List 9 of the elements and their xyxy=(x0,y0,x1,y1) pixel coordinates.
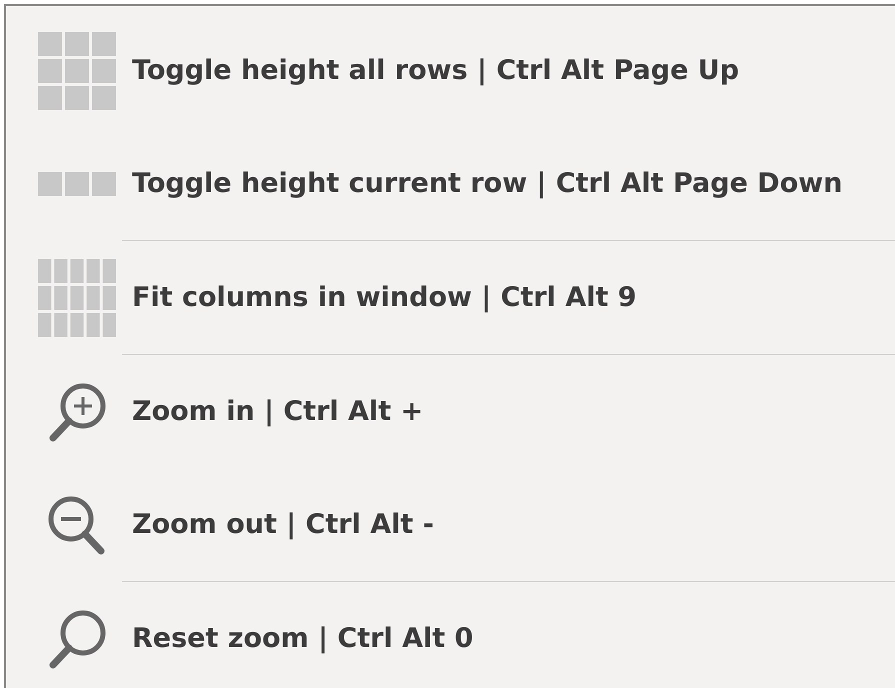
menu-item[interactable]: Toggle height all rows | Ctrl Alt Page Up xyxy=(132,55,740,86)
menu-item[interactable]: Reset zoom | Ctrl Alt 0 xyxy=(132,623,474,654)
columns-icon xyxy=(38,258,116,336)
menu-item[interactable]: Fit columns in window | Ctrl Alt 9 xyxy=(132,282,637,313)
menu-item[interactable]: Zoom in | Ctrl Alt + xyxy=(132,396,424,427)
menu-item[interactable]: Toggle height current row | Ctrl Alt Page Down xyxy=(132,168,842,199)
menu-item[interactable]: Zoom out | Ctrl Alt - xyxy=(132,509,434,540)
grid-icon xyxy=(38,32,116,110)
row-icon xyxy=(38,172,116,196)
